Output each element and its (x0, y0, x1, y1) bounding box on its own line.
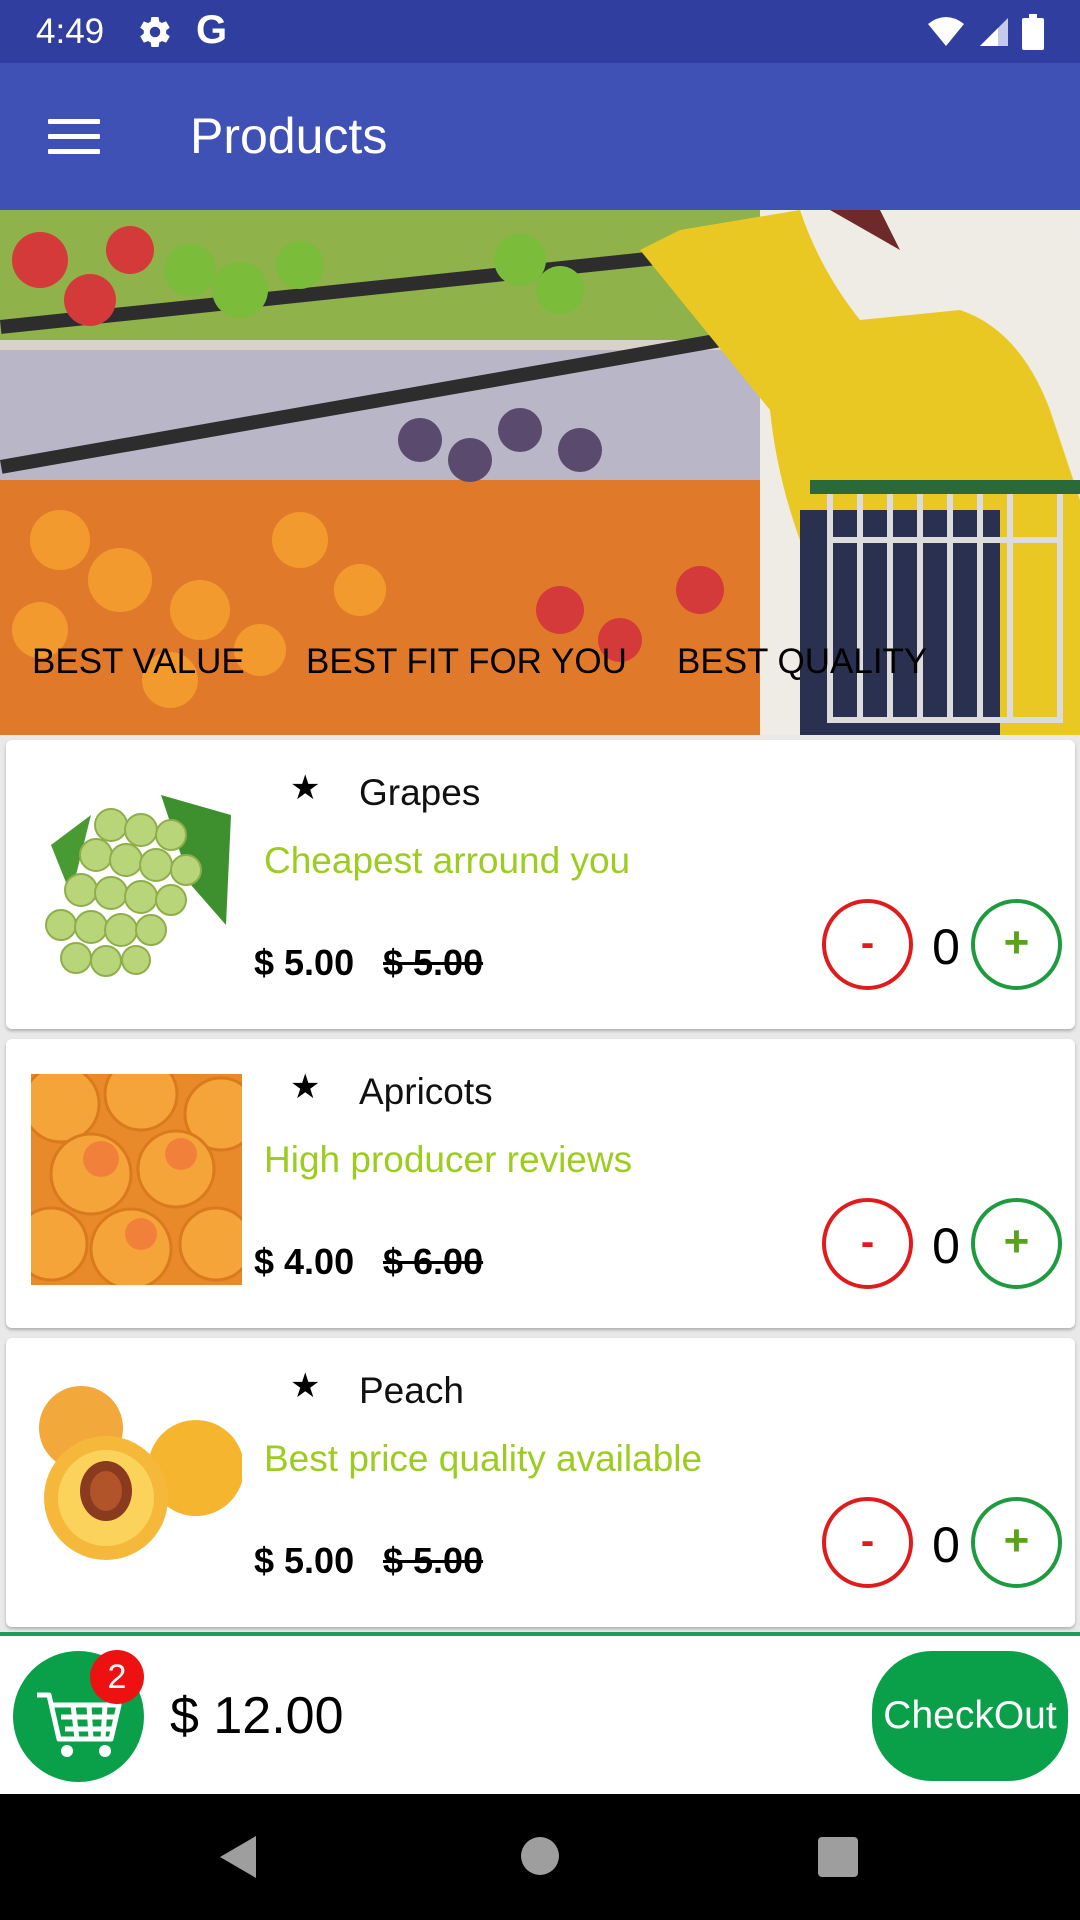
star-icon: ★ (290, 1068, 321, 1106)
system-nav-bar (0, 1794, 1080, 1920)
cart-count-badge: 2 (90, 1650, 144, 1704)
wifi-icon (928, 17, 964, 46)
page-title: Products (190, 108, 388, 164)
quantity-value: 0 (932, 919, 960, 975)
cart-total: $ 12.00 (170, 1687, 344, 1745)
product-card[interactable]: ★ Grapes Cheapest arround you $ 5.00 $ 5… (6, 740, 1075, 1029)
tab-best-quality[interactable]: BEST QUALITY (677, 642, 927, 682)
status-indicators (926, 14, 1044, 50)
quantity-value: 0 (932, 1218, 960, 1274)
menu-icon[interactable] (48, 119, 100, 155)
hero-banner: BEST VALUE BEST FIT FOR YOU BEST QUALITY (0, 210, 1080, 735)
increase-quantity-button[interactable]: + (971, 1198, 1062, 1289)
status-bar: 4:49 G (0, 0, 1080, 63)
decrease-quantity-button[interactable]: - (822, 1198, 913, 1289)
decrease-quantity-button[interactable]: - (822, 1497, 913, 1588)
increase-quantity-button[interactable]: + (971, 1497, 1062, 1588)
product-price: $ 5.00 (254, 942, 355, 983)
tab-best-value[interactable]: BEST VALUE (32, 642, 245, 682)
tab-best-fit-for-you[interactable]: BEST FIT FOR YOU (306, 642, 627, 682)
back-icon[interactable] (218, 1834, 258, 1880)
product-tagline: High producer reviews (264, 1139, 633, 1180)
peach-image (31, 1373, 242, 1584)
product-name: Grapes (359, 772, 481, 813)
quantity-value: 0 (932, 1517, 960, 1573)
apricots-image (31, 1074, 242, 1285)
checkout-button[interactable]: CheckOut (872, 1651, 1068, 1781)
product-old-price: $ 5.00 (383, 942, 484, 983)
recent-apps-icon[interactable] (818, 1837, 858, 1877)
product-name: Peach (359, 1370, 464, 1411)
increase-quantity-button[interactable]: + (971, 899, 1062, 990)
product-tagline: Best price quality available (264, 1438, 703, 1479)
product-price: $ 4.00 (254, 1241, 355, 1282)
app-bar: Products (0, 63, 1080, 210)
product-price: $ 5.00 (254, 1540, 355, 1581)
grapes-image (31, 775, 242, 986)
battery-icon (1022, 14, 1044, 50)
product-card[interactable]: ★ Peach Best price quality available $ 5… (6, 1338, 1075, 1627)
star-icon: ★ (290, 769, 321, 807)
status-time: 4:49 (36, 12, 105, 51)
decrease-quantity-button[interactable]: - (822, 899, 913, 990)
product-old-price: $ 5.00 (383, 1540, 484, 1581)
product-card[interactable]: ★ Apricots High producer reviews $ 4.00 … (6, 1039, 1075, 1328)
product-old-price: $ 6.00 (383, 1241, 484, 1282)
checkout-bar: 2 $ 12.00 CheckOut (0, 1632, 1080, 1794)
product-name: Apricots (359, 1071, 493, 1112)
settings-gear-icon (140, 17, 170, 48)
google-icon: G (196, 8, 228, 52)
star-icon: ★ (290, 1367, 321, 1405)
hero-tabs: BEST VALUE BEST FIT FOR YOU BEST QUALITY (0, 642, 1080, 702)
cellular-signal-icon (980, 18, 1008, 46)
home-icon[interactable] (521, 1837, 559, 1875)
product-tagline: Cheapest arround you (264, 840, 631, 881)
